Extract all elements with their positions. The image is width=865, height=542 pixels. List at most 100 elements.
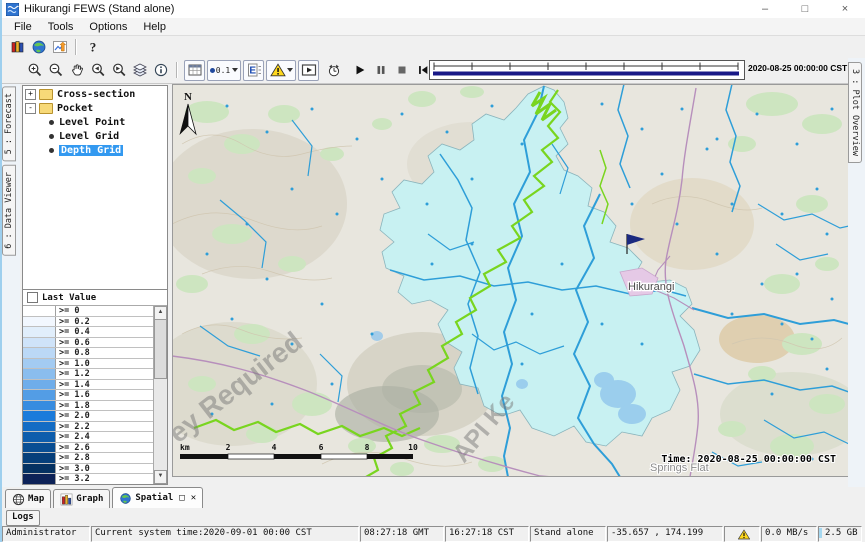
legend-swatch: [23, 453, 56, 463]
expander-icon[interactable]: +: [25, 89, 36, 100]
status-download-rate: 0.0 MB/s: [761, 526, 817, 542]
legend-row: >= 3.2: [23, 474, 154, 484]
status-local-time: 16:27:18 CST: [445, 526, 529, 542]
tab-close-icon[interactable]: ✕: [191, 493, 196, 503]
last-value-checkbox[interactable]: [27, 292, 38, 303]
tab-forecast[interactable]: 5 : Forecast: [2, 86, 16, 161]
legend-label: >= 2.0: [56, 411, 90, 421]
zoom-previous-button[interactable]: [88, 61, 107, 80]
folder-icon: [39, 89, 53, 100]
animation-settings-button[interactable]: [324, 61, 343, 80]
legend-swatch: [23, 348, 56, 358]
scroll-up-button[interactable]: ▲: [154, 306, 167, 320]
time-slider-bar[interactable]: [433, 72, 739, 76]
tab-plot-overview[interactable]: 3 : Plot Overview: [848, 62, 862, 163]
legend-panel: Last Value >= 0>= 0.2>= 0.4>= 0.6>= 0.8>…: [22, 289, 168, 485]
legend-label: >= 1.2: [56, 369, 90, 379]
legend-label: >= 0.4: [56, 327, 90, 337]
legend-swatch: [23, 317, 56, 327]
close-button[interactable]: ×: [825, 3, 865, 15]
legend-label: >= 0.2: [56, 317, 90, 327]
animation-dial-icon: [326, 62, 342, 78]
menu-file[interactable]: File: [6, 20, 40, 34]
minimize-button[interactable]: –: [745, 3, 785, 15]
pan-button[interactable]: [67, 61, 86, 80]
layers-button[interactable]: [130, 61, 149, 80]
main-area: 5 : Forecast 6 : Data Viewer + Cross-sec…: [2, 84, 865, 487]
status-coordinates: -35.657 , 174.199: [607, 526, 723, 542]
maximize-button[interactable]: □: [785, 3, 825, 15]
thresholds-dropdown[interactable]: [266, 60, 296, 81]
toolbar-separator: [75, 39, 77, 55]
legend-label: >= 3.0: [56, 464, 90, 474]
scale-value: 0.1: [216, 66, 230, 75]
tree-item-level-grid[interactable]: Level Grid: [23, 130, 167, 142]
tab-graph[interactable]: Graph: [53, 489, 110, 508]
layers-icon: [132, 62, 148, 78]
layer-tree: + Cross-section - Pocket Level Point Lev…: [22, 85, 168, 290]
memory-text: 2.5 GB: [822, 528, 858, 538]
movie-export-button[interactable]: [298, 60, 319, 81]
legend-row: >= 2.0: [23, 411, 154, 422]
chevron-down-icon: [232, 68, 238, 72]
timeseries-display-button[interactable]: [50, 37, 69, 56]
tab-map[interactable]: Map: [5, 489, 51, 508]
legend-row: >= 1.2: [23, 369, 154, 380]
expander-icon[interactable]: -: [25, 103, 36, 114]
help-button[interactable]: ?: [83, 37, 102, 56]
legend-label: >= 1.8: [56, 401, 90, 411]
pause-button[interactable]: [371, 61, 390, 80]
time-slider[interactable]: [429, 60, 745, 80]
tab-maximize-icon[interactable]: □: [179, 493, 184, 503]
chart-arrow-icon: [52, 39, 68, 55]
tree-item-label: Cross-section: [57, 89, 135, 100]
folder-icon: [39, 103, 53, 114]
contour-scale-dropdown[interactable]: 0.1: [207, 60, 241, 81]
legend-swatch: [23, 411, 56, 421]
menu-help[interactable]: Help: [135, 20, 174, 34]
map-canvas[interactable]: ey Required API Ke Hikurangi Springs Fla…: [172, 84, 849, 487]
menu-tools[interactable]: Tools: [40, 20, 82, 34]
logs-button[interactable]: Logs: [6, 510, 40, 526]
tab-data-viewer[interactable]: 6 : Data Viewer: [2, 165, 16, 256]
tree-item-pocket[interactable]: - Pocket: [23, 102, 167, 114]
stop-button[interactable]: [392, 61, 411, 80]
svg-text:6: 6: [319, 443, 324, 452]
tab-spatial-label: Spatial: [135, 493, 173, 503]
tree-item-depth-grid[interactable]: Depth Grid: [23, 144, 167, 156]
left-panel: + Cross-section - Pocket Level Point Lev…: [20, 84, 170, 487]
menu-options[interactable]: Options: [81, 20, 135, 34]
tree-item-level-point[interactable]: Level Point: [23, 116, 167, 128]
status-bar: Administrator Current system time:2020-0…: [2, 526, 865, 542]
tab-graph-label: Graph: [76, 494, 103, 504]
zoom-out-button[interactable]: [46, 61, 65, 80]
info-button[interactable]: [151, 61, 170, 80]
database-bars-icon: [10, 39, 26, 55]
status-warning[interactable]: [724, 526, 760, 542]
legend-row: >= 1.0: [23, 359, 154, 370]
scroll-down-button[interactable]: ▼: [154, 470, 167, 484]
skip-to-start-icon: [416, 63, 430, 77]
zoom-next-button[interactable]: [109, 61, 128, 80]
bottom-tab-bar: Map Graph Spatial □ ✕: [2, 487, 865, 508]
legend-header: Last Value: [23, 290, 167, 306]
legend-swatch: [23, 359, 56, 369]
scrollbar-thumb[interactable]: [154, 319, 167, 379]
legend-row: >= 1.4: [23, 380, 154, 391]
tab-spatial[interactable]: Spatial □ ✕: [112, 487, 203, 508]
map-time-label: Time: 2020-08-25 00:00:00 CST: [661, 453, 836, 465]
tree-item-cross-section[interactable]: + Cross-section: [23, 88, 167, 100]
letter-e-icon: E: [249, 66, 256, 77]
application-window: Hikurangi FEWS (Stand alone) – □ × File …: [0, 0, 865, 542]
zoom-in-button[interactable]: [25, 61, 44, 80]
play-icon: [353, 63, 367, 77]
label-toggle-button[interactable]: E: [243, 60, 264, 81]
grid-display-button[interactable]: [184, 60, 205, 81]
legend-swatch: [23, 306, 56, 316]
play-button[interactable]: [350, 61, 369, 80]
pause-icon: [374, 63, 388, 77]
zoom-out-icon: [48, 62, 64, 78]
legend-scrollbar[interactable]: ▲ ▼: [153, 306, 167, 484]
database-display-button[interactable]: [8, 37, 27, 56]
spatial-display-button[interactable]: [29, 37, 48, 56]
